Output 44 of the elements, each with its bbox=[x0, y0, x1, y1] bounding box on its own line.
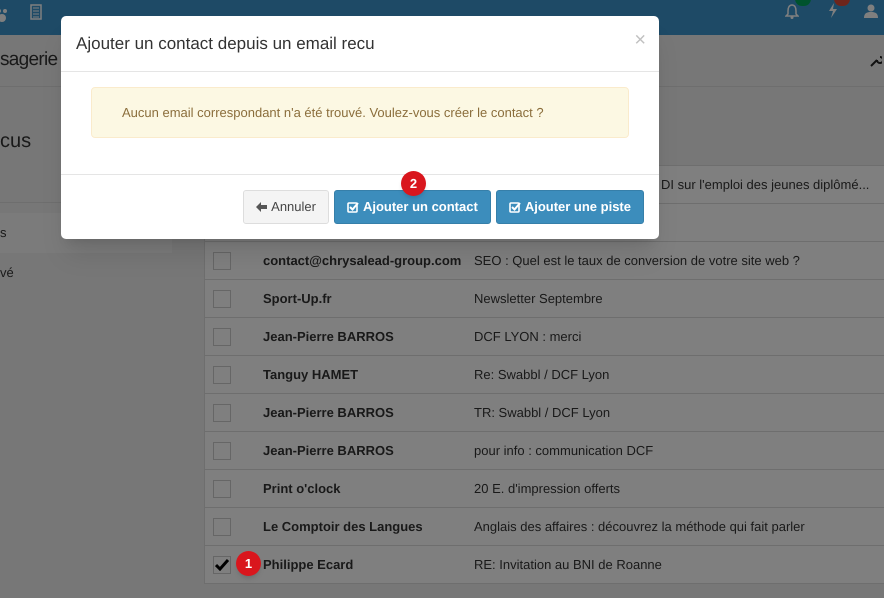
wrench-icon[interactable] bbox=[870, 54, 882, 66]
checkbox-icon bbox=[346, 201, 359, 213]
sender-cell-text: Tanguy HAMET bbox=[263, 366, 360, 384]
checkbox[interactable] bbox=[213, 252, 231, 270]
sender-cell-text: contact@chrysalead-group.com bbox=[263, 252, 462, 270]
dialog-button[interactable]: Annuler bbox=[243, 190, 329, 224]
section-title: cus bbox=[0, 129, 32, 154]
subject-cell-text: Newsletter Septembre bbox=[474, 290, 603, 308]
bell-icon[interactable] bbox=[785, 4, 799, 19]
dialog-button[interactable]: Ajouter un contact bbox=[334, 190, 491, 224]
sender-cell-text: Jean-Pierre BARROS bbox=[263, 404, 395, 422]
lightning-icon[interactable] bbox=[828, 3, 838, 18]
subject-cell-text: Anglais des affaires : découvrez la méthode qui fait parler bbox=[474, 518, 805, 536]
checkbox[interactable] bbox=[213, 556, 231, 574]
subject-cell-text: TR: Swabbl / DCF Lyon bbox=[474, 404, 610, 422]
table-cell-text: DI sur l'emploi des jeunes diplômé... bbox=[661, 176, 870, 194]
subject-cell-text: pour info : communication DCF bbox=[474, 442, 654, 460]
building-icon[interactable] bbox=[30, 4, 42, 20]
sender-cell-text: Jean-Pierre BARROS bbox=[263, 442, 395, 460]
sender-cell-text: Philippe Ecard bbox=[263, 556, 354, 574]
sidebar-item[interactable]: vé bbox=[0, 253, 204, 293]
subject-cell-text: SEO : Quel est le taux de conversion de votre site web ? bbox=[474, 252, 800, 270]
modal-title: Ajouter un contact depuis un email recu bbox=[76, 32, 375, 55]
checkbox[interactable] bbox=[213, 366, 231, 384]
checkbox[interactable] bbox=[213, 290, 231, 308]
checkbox[interactable] bbox=[213, 442, 231, 460]
sender-cell-text: Print o'clock bbox=[263, 480, 342, 498]
checkbox-icon bbox=[508, 201, 521, 213]
sender-cell-text: Sport-Up.fr bbox=[263, 290, 333, 308]
arrow-left-icon bbox=[256, 202, 268, 212]
sender-cell-text: Le Comptoir des Langues bbox=[263, 518, 424, 536]
subject-cell-text: DCF LYON : merci bbox=[474, 328, 582, 346]
subject-cell-text: RE: Invitation au BNI de Roanne bbox=[474, 556, 662, 574]
warning-alert: Aucun email correspondant n'a été trouvé. Voulez-vous créer le contact ? bbox=[91, 87, 629, 138]
checkbox[interactable] bbox=[213, 480, 231, 498]
checkbox[interactable] bbox=[213, 328, 231, 346]
checkbox[interactable] bbox=[213, 404, 231, 422]
dialog-button[interactable]: Ajouter une piste bbox=[496, 190, 644, 224]
checkbox[interactable] bbox=[213, 518, 231, 536]
subject-cell-text: 20 E. d'impression offerts bbox=[474, 480, 620, 498]
sender-cell-text: Jean-Pierre BARROS bbox=[263, 328, 395, 346]
subject-cell-text: Re: Swabbl / DCF Lyon bbox=[474, 366, 610, 384]
user-icon[interactable] bbox=[864, 4, 878, 18]
page-title: sagerie bbox=[0, 48, 58, 72]
